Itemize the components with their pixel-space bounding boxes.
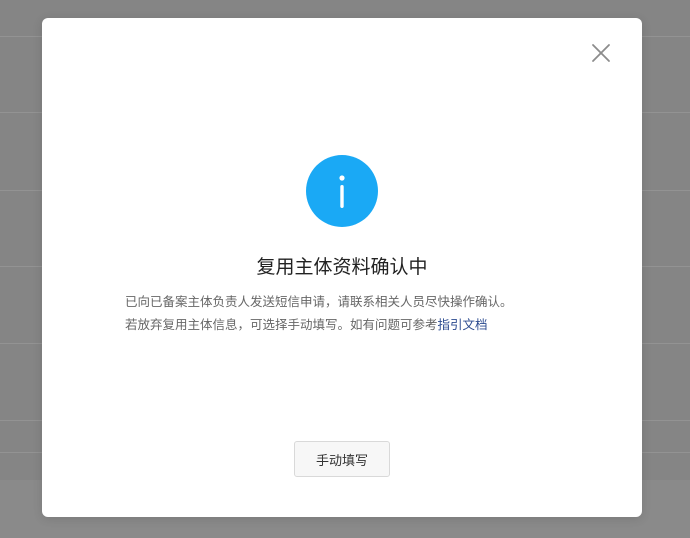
manual-fill-button[interactable]: 手动填写: [294, 441, 390, 477]
description-line-2-text: 若放弃复用主体信息，可选择手动填写。如有问题可参考: [125, 317, 438, 332]
description-line-1: 已向已备案主体负责人发送短信申请，请联系相关人员尽快操作确认。: [125, 294, 513, 309]
info-status-icon: [306, 155, 378, 227]
confirmation-dialog: 复用主体资料确认中 已向已备案主体负责人发送短信申请，请联系相关人员尽快操作确认…: [42, 18, 642, 517]
close-icon: [592, 44, 610, 62]
info-icon: [306, 155, 378, 227]
description-line-2: 若放弃复用主体信息，可选择手动填写。如有问题可参考指引文档: [125, 313, 585, 336]
close-button[interactable]: [590, 42, 612, 64]
dialog-title: 复用主体资料确认中: [256, 256, 428, 278]
guide-document-link[interactable]: 指引文档: [438, 317, 488, 332]
dialog-description: 已向已备案主体负责人发送短信申请，请联系相关人员尽快操作确认。 若放弃复用主体信…: [125, 290, 585, 336]
